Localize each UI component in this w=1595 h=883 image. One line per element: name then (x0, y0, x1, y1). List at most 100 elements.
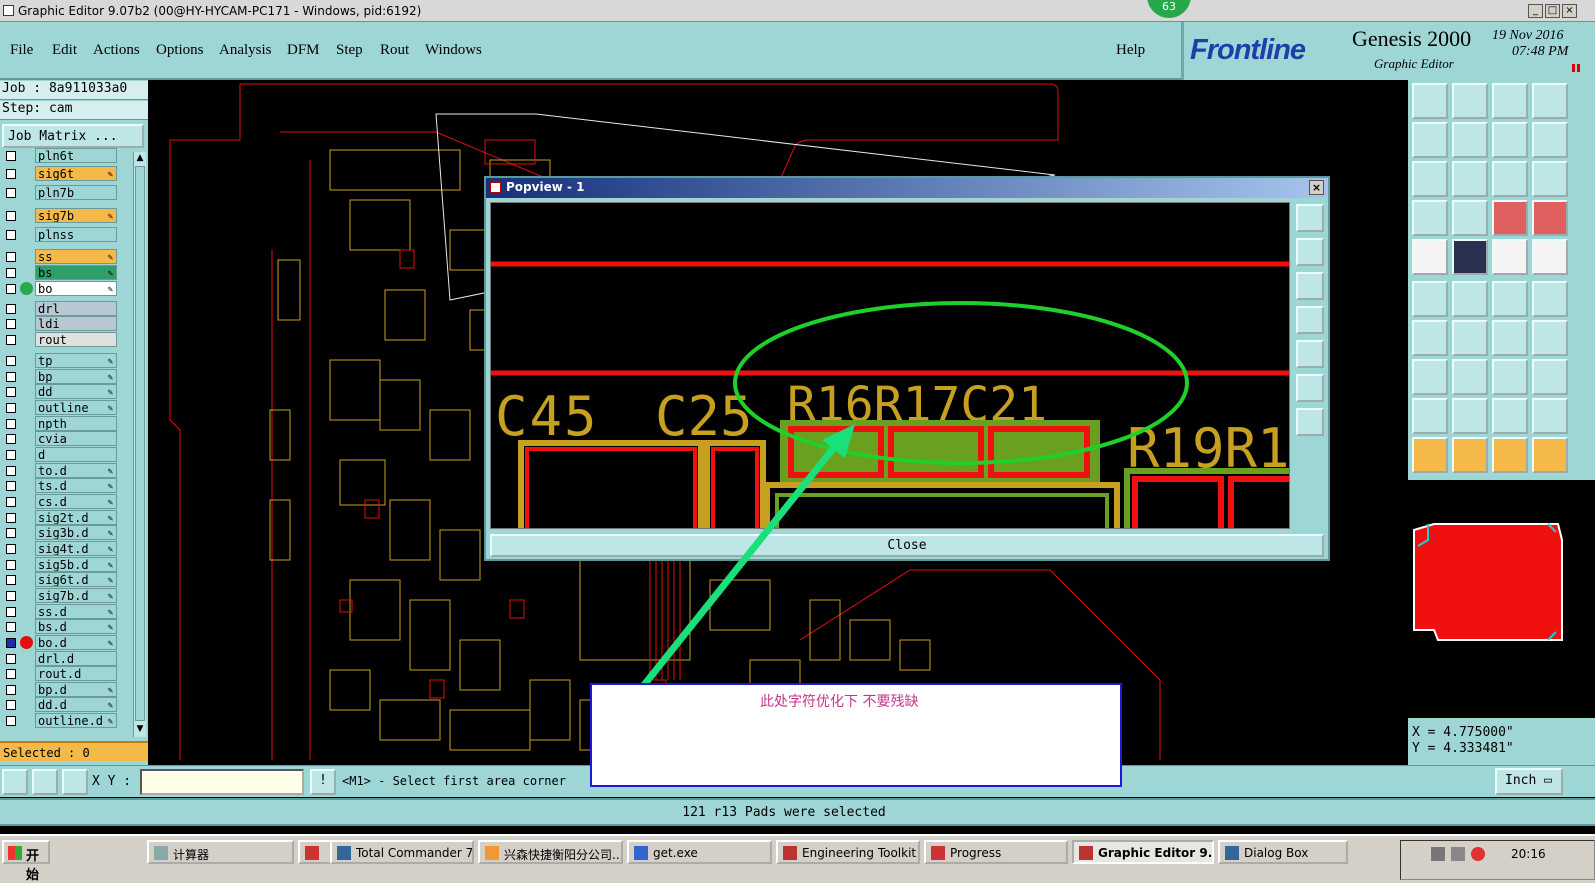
layer-checkbox[interactable] (6, 169, 16, 179)
layer-checkbox[interactable] (6, 560, 16, 570)
menu-options[interactable]: Options (156, 42, 204, 59)
layer-row[interactable]: sig2t.d ✎ (0, 510, 133, 525)
layer-row[interactable]: bp ✎ (0, 369, 133, 384)
layer-name[interactable]: sig3b.d ✎ (35, 525, 117, 540)
tool-button-r6-c3[interactable] (1492, 281, 1528, 317)
layer-name[interactable]: dd ✎ (35, 384, 117, 399)
menu-edit[interactable]: Edit (52, 42, 77, 59)
layer-name[interactable]: bo.d ✎ (35, 635, 117, 650)
layer-checkbox[interactable] (6, 188, 16, 198)
tool-button-r10-c3[interactable] (1492, 437, 1528, 473)
layer-row[interactable]: d (0, 447, 133, 462)
layer-name[interactable]: sig6t.d ✎ (35, 572, 117, 587)
popview-tool-1[interactable] (1296, 204, 1324, 232)
taskbar-task[interactable]: Engineering Toolkit 9.0... (776, 840, 920, 864)
layer-checkbox[interactable] (6, 356, 16, 366)
layer-name[interactable]: ss ✎ (35, 249, 117, 264)
layer-name[interactable]: pln6t (35, 148, 117, 163)
layer-checkbox[interactable] (6, 466, 16, 476)
taskbar-task[interactable]: Dialog Box (1218, 840, 1348, 864)
menu-actions[interactable]: Actions (93, 42, 140, 59)
tool-button-r1-c4[interactable] (1532, 83, 1568, 119)
layer-row[interactable]: plnss (0, 227, 133, 242)
tool-button-r2-c4[interactable] (1532, 122, 1568, 158)
layer-name[interactable]: ss.d ✎ (35, 604, 117, 619)
layer-name[interactable]: bs ✎ (35, 265, 117, 280)
layer-checkbox[interactable] (6, 544, 16, 554)
layer-checkbox[interactable] (6, 335, 16, 345)
layer-name[interactable]: ts.d ✎ (35, 478, 117, 493)
grid-icon[interactable] (62, 769, 88, 795)
layer-name[interactable]: sig2t.d ✎ (35, 510, 117, 525)
tool-button-r6-c2[interactable] (1452, 281, 1488, 317)
layer-name[interactable]: npth (35, 416, 117, 431)
tool-button-r10-c1[interactable] (1412, 437, 1448, 473)
layer-name[interactable]: bp ✎ (35, 369, 117, 384)
scroll-thumb[interactable] (135, 166, 145, 721)
close-window-button[interactable]: × (1562, 4, 1577, 18)
layer-name[interactable]: pln7b (35, 185, 117, 200)
tool-button-r4-c3[interactable] (1492, 200, 1528, 236)
layer-row[interactable]: ts.d ✎ (0, 478, 133, 493)
taskbar-task[interactable]: Progress (924, 840, 1068, 864)
tool-button-r8-c4[interactable] (1532, 359, 1568, 395)
menu-help[interactable]: Help (1116, 42, 1145, 59)
layer-row[interactable]: cvia (0, 431, 133, 446)
tool-button-r6-c4[interactable] (1532, 281, 1568, 317)
xy-input[interactable] (140, 769, 304, 795)
layer-name[interactable]: bs.d ✎ (35, 619, 117, 634)
layer-checkbox[interactable] (6, 372, 16, 382)
layer-checkbox[interactable] (6, 685, 16, 695)
popview-tool-7[interactable] (1296, 408, 1324, 436)
tool-button-r1-c2[interactable] (1452, 83, 1488, 119)
tool-button-r7-c3[interactable] (1492, 320, 1528, 356)
tool-button-r7-c1[interactable] (1412, 320, 1448, 356)
layer-name[interactable]: sig6t ✎ (35, 166, 117, 181)
layer-list-scrollbar[interactable]: ▲ ▼ (133, 152, 146, 737)
minimize-button[interactable]: _ (1528, 4, 1543, 18)
layer-checkbox[interactable] (6, 607, 16, 617)
layer-checkbox[interactable] (6, 450, 16, 460)
layer-checkbox[interactable] (6, 654, 16, 664)
layer-checkbox[interactable] (6, 268, 16, 278)
layer-checkbox[interactable] (6, 622, 16, 632)
layer-checkbox[interactable] (6, 151, 16, 161)
taskbar-task[interactable]: Graphic Editor 9.07... (1072, 840, 1214, 864)
layer-row[interactable]: ss.d ✎ (0, 604, 133, 619)
tool-button-r7-c2[interactable] (1452, 320, 1488, 356)
info-icon[interactable]: ! (310, 769, 336, 795)
layer-name[interactable]: outline.d ✎ (35, 713, 117, 728)
tool-button-r7-c4[interactable] (1532, 320, 1568, 356)
taskbar-task[interactable]: 计算器 (147, 840, 294, 864)
tool-button-r4-c2[interactable] (1452, 200, 1488, 236)
layer-row[interactable]: to.d ✎ (0, 463, 133, 478)
popview-close-button[interactable]: Close (490, 534, 1324, 557)
tool-button-r8-c1[interactable] (1412, 359, 1448, 395)
layer-row[interactable]: ss ✎ (0, 249, 133, 264)
layer-checkbox[interactable] (6, 700, 16, 710)
layer-row[interactable]: rout (0, 332, 133, 347)
tool-button-r5-c4[interactable] (1532, 239, 1568, 275)
layer-name[interactable]: d (35, 447, 117, 462)
tool-button-r9-c4[interactable] (1532, 398, 1568, 434)
layer-checkbox[interactable] (6, 513, 16, 523)
layer-name[interactable]: sig7b.d ✎ (35, 588, 117, 603)
tool-button-r2-c2[interactable] (1452, 122, 1488, 158)
maximize-button[interactable]: □ (1545, 4, 1560, 18)
layer-name[interactable]: sig4t.d ✎ (35, 541, 117, 556)
menu-step[interactable]: Step (336, 42, 363, 59)
popview-tool-2[interactable] (1296, 238, 1324, 266)
popview-tool-5[interactable] (1296, 340, 1324, 368)
measure-icon[interactable] (32, 769, 58, 795)
layer-checkbox[interactable] (6, 591, 16, 601)
taskbar-task[interactable]: get.exe (627, 840, 772, 864)
tool-button-r5-c2[interactable] (1452, 239, 1488, 275)
taskbar-task[interactable]: Total Commander 7.0 ... (330, 840, 474, 864)
job-matrix-button[interactable]: Job Matrix ... (2, 124, 144, 148)
tool-button-r3-c4[interactable] (1532, 161, 1568, 197)
layer-checkbox[interactable] (6, 638, 16, 648)
layer-row[interactable]: outline.d ✎ (0, 713, 133, 728)
layer-checkbox[interactable] (6, 284, 16, 294)
menu-rout[interactable]: Rout (380, 42, 409, 59)
units-selector[interactable]: Inch ▭ (1495, 768, 1563, 795)
